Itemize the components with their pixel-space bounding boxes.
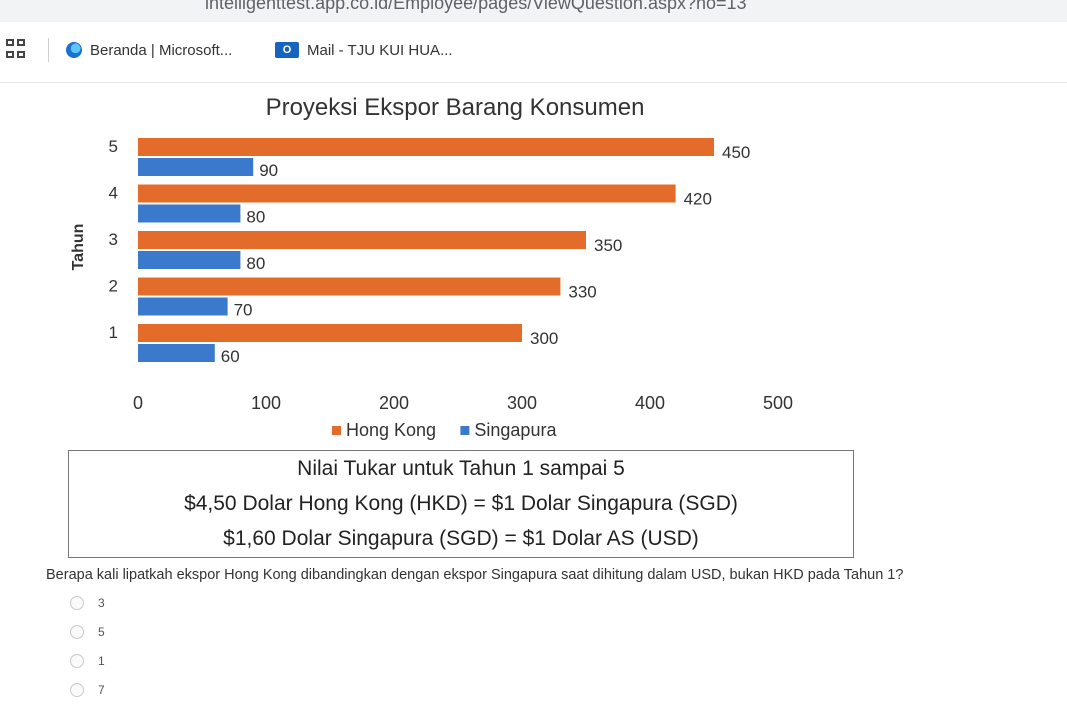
x-tick-label: 0 bbox=[133, 393, 143, 413]
option-label: 7 bbox=[98, 682, 105, 697]
answer-option[interactable]: 7 bbox=[70, 675, 105, 704]
answer-option[interactable]: 5 bbox=[70, 617, 105, 646]
y-axis-title: Tahun bbox=[70, 224, 87, 271]
x-tick-label: 300 bbox=[507, 393, 537, 413]
bookmarks-bar: Beranda | Microsoft... O Mail - TJU KUI … bbox=[0, 22, 1067, 83]
edge-icon bbox=[66, 42, 82, 58]
bar-hong-kong bbox=[138, 184, 676, 203]
radio-button[interactable] bbox=[70, 682, 84, 697]
radio-button[interactable] bbox=[70, 595, 84, 610]
rate-line-hkd-sgd: $4,50 Dolar Hong Kong (HKD) = $1 Dolar S… bbox=[184, 492, 738, 515]
category-label: 3 bbox=[109, 230, 118, 249]
question-text: Berapa kali lipatkah ekspor Hong Kong di… bbox=[46, 567, 904, 583]
bar-singapura bbox=[138, 344, 215, 362]
bar-hong-kong bbox=[138, 231, 586, 249]
data-label-singapura: 80 bbox=[246, 254, 265, 273]
x-axis-ticks: 0 100 200 300 400 500 bbox=[133, 393, 793, 413]
bar-hong-kong bbox=[138, 277, 561, 296]
category-label: 4 bbox=[109, 184, 118, 203]
radio-button[interactable] bbox=[70, 624, 84, 639]
x-tick-label: 400 bbox=[635, 393, 665, 413]
option-label: 5 bbox=[98, 624, 105, 639]
data-label-singapura: 60 bbox=[221, 347, 240, 366]
bookmark-beranda[interactable]: Beranda | Microsoft... bbox=[66, 39, 232, 61]
apps-grid-icon[interactable] bbox=[6, 39, 28, 59]
data-label-hong-kong: 420 bbox=[684, 190, 712, 209]
answer-option[interactable]: 1 bbox=[70, 646, 105, 675]
address-bar[interactable]: intelligenttest.app.co.id/Employee/pages… bbox=[0, 0, 1067, 23]
address-url[interactable]: intelligenttest.app.co.id/Employee/pages… bbox=[205, 0, 747, 14]
option-label: 3 bbox=[98, 595, 105, 610]
answer-option[interactable]: 3 bbox=[70, 588, 105, 617]
chart-title: Proyeksi Ekspor Barang Konsumen bbox=[266, 94, 645, 121]
bar-singapura bbox=[138, 158, 254, 176]
answer-options: 3 5 1 7 bbox=[70, 588, 105, 704]
rate-line-sgd-usd: $1,60 Dolar Singapura (SGD) = $1 Dolar A… bbox=[223, 527, 699, 550]
legend-swatch bbox=[332, 426, 341, 435]
chart-legend: Hong Kong Singapura bbox=[332, 420, 557, 440]
data-label-hong-kong: 350 bbox=[594, 236, 622, 255]
export-chart: Proyeksi Ekspor Barang Konsumen Tahun 1 3… bbox=[0, 82, 1067, 450]
bars-group: 1 300 60 2 330 70 3 350 80 4 420 80 5 450 90 bbox=[109, 137, 751, 366]
category-label: 1 bbox=[109, 323, 118, 342]
outlook-icon: O bbox=[275, 42, 299, 58]
bar-singapura bbox=[138, 297, 228, 316]
bookmark-label: Mail - TJU KUI HUA... bbox=[307, 41, 453, 59]
legend-label: Hong Kong bbox=[346, 420, 436, 440]
bar-hong-kong bbox=[138, 138, 714, 156]
option-label: 1 bbox=[98, 653, 105, 668]
data-label-singapura: 90 bbox=[259, 161, 278, 180]
legend-swatch bbox=[460, 426, 470, 435]
bar-singapura bbox=[138, 204, 241, 223]
category-label: 5 bbox=[109, 137, 118, 156]
bookmark-label: Beranda | Microsoft... bbox=[90, 41, 233, 59]
x-tick-label: 100 bbox=[251, 393, 281, 413]
data-label-hong-kong: 330 bbox=[568, 283, 596, 302]
x-tick-label: 500 bbox=[763, 393, 793, 413]
radio-button[interactable] bbox=[70, 653, 84, 668]
data-label-hong-kong: 300 bbox=[530, 329, 558, 348]
data-label-singapura: 70 bbox=[234, 301, 253, 320]
legend-label: Singapura bbox=[474, 420, 557, 440]
bar-singapura bbox=[138, 251, 241, 269]
bookmark-mail[interactable]: O Mail - TJU KUI HUA... bbox=[275, 39, 453, 61]
data-label-hong-kong: 450 bbox=[722, 143, 750, 162]
category-label: 2 bbox=[109, 277, 118, 296]
bookmarks-separator bbox=[48, 38, 49, 62]
data-label-singapura: 80 bbox=[246, 208, 265, 227]
bar-hong-kong bbox=[138, 324, 522, 342]
chart-canvas: Proyeksi Ekspor Barang Konsumen Tahun 1 3… bbox=[70, 94, 793, 440]
exchange-rate-box: Nilai Tukar untuk Tahun 1 sampai 5 $4,50… bbox=[68, 450, 854, 558]
rate-title: Nilai Tukar untuk Tahun 1 sampai 5 bbox=[297, 457, 625, 480]
x-tick-label: 200 bbox=[379, 393, 409, 413]
